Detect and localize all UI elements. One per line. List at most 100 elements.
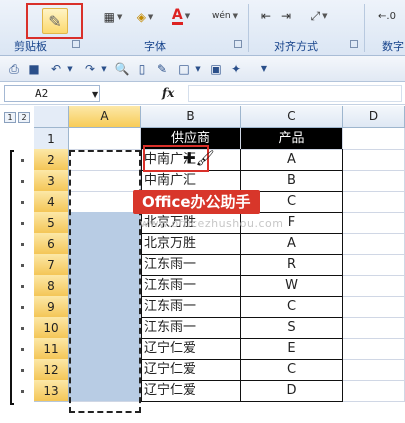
column-header-d[interactable]: D <box>343 106 405 128</box>
cell-d[interactable] <box>343 212 405 234</box>
cell-d[interactable] <box>343 359 405 381</box>
font-launcher-icon[interactable] <box>234 40 242 48</box>
cell-a[interactable] <box>69 170 141 192</box>
row-header[interactable]: 13 <box>34 380 69 402</box>
cell-product[interactable]: A <box>241 149 343 171</box>
shapes-dropdown-icon[interactable]: ▼ <box>190 61 206 77</box>
decrease-decimal-button[interactable]: ←.0 <box>370 8 404 24</box>
cell-supplier[interactable]: 江东雨一 <box>141 296 241 318</box>
cell-supplier[interactable]: 辽宁仁爱 <box>141 359 241 381</box>
format-painter-small-icon[interactable]: ✎ <box>154 61 170 77</box>
phonetic-guide-button[interactable]: wén ▼ <box>212 6 238 26</box>
cell-a[interactable] <box>69 275 141 297</box>
row-header[interactable]: 12 <box>34 359 69 381</box>
insert-function-button[interactable]: fx <box>162 86 174 100</box>
row-header[interactable]: 4 <box>34 191 69 213</box>
select-all-corner[interactable] <box>34 106 69 128</box>
row-header[interactable]: 7 <box>34 254 69 276</box>
cell-d[interactable] <box>343 170 405 192</box>
quick-access-toolbar: ⎙ ■ ↶ ▼ ↷ ▼ 🔍 ▯ ✎ □ ▼ ▣ ✦ ▼ <box>0 56 405 82</box>
name-box-dropdown-icon[interactable]: ▼ <box>92 90 98 99</box>
cell-supplier[interactable]: 江东雨一 <box>141 317 241 339</box>
cell-d[interactable] <box>343 149 405 171</box>
print-icon[interactable]: ⎙ <box>6 61 22 77</box>
redo-dropdown-icon[interactable]: ▼ <box>96 61 112 77</box>
outline-level-2-button[interactable]: 2 <box>18 112 30 123</box>
cell-d[interactable] <box>343 191 405 213</box>
cell-a[interactable] <box>69 338 141 360</box>
outline-dot <box>21 348 24 351</box>
new-document-icon[interactable]: ▯ <box>134 61 150 77</box>
cell-a[interactable] <box>69 128 141 150</box>
column-header-b[interactable]: B <box>141 106 241 128</box>
clipboard-launcher-icon[interactable] <box>72 40 80 48</box>
column-header-c[interactable]: C <box>241 106 343 128</box>
cell-d[interactable] <box>343 317 405 339</box>
cell-supplier[interactable]: 中南广汇 <box>141 170 241 192</box>
table-header-supplier[interactable]: 供应商 <box>141 128 241 150</box>
cell-supplier[interactable]: 辽宁仁爱 <box>141 380 241 402</box>
cell-product[interactable]: B <box>241 170 343 192</box>
row-header[interactable]: 6 <box>34 233 69 255</box>
fill-color-button[interactable]: ◈ ▼ <box>134 8 156 26</box>
row-header[interactable]: 2 <box>34 149 69 171</box>
picture-icon[interactable]: ▣ <box>208 61 224 77</box>
cell-d[interactable] <box>343 233 405 255</box>
cell-product[interactable]: D <box>241 380 343 402</box>
column-header-a[interactable]: A <box>69 106 141 128</box>
font-color-button[interactable]: A ▼ <box>170 6 192 26</box>
customize-toolbar-icon[interactable]: ▼ <box>256 61 272 77</box>
orientation-button[interactable]: ⤢ ▼ <box>308 8 330 24</box>
clip-art-icon[interactable]: ✦ <box>228 61 244 77</box>
cell-product[interactable]: E <box>241 338 343 360</box>
cell-d[interactable] <box>343 128 405 150</box>
row-header[interactable]: 8 <box>34 275 69 297</box>
increase-indent-icon[interactable]: ⇥ <box>278 8 294 24</box>
cell-product[interactable]: S <box>241 317 343 339</box>
name-box[interactable]: A2 <box>4 85 100 102</box>
cell-product[interactable]: C <box>241 359 343 381</box>
cell-supplier[interactable]: 江东雨一 <box>141 275 241 297</box>
cell-product[interactable]: W <box>241 275 343 297</box>
watermark-url: www.officezhushou.com <box>140 217 284 230</box>
cell-a[interactable] <box>69 191 141 213</box>
cell-supplier[interactable]: 北京万胜 <box>141 233 241 255</box>
format-painter-highlight[interactable]: ✎ <box>26 3 83 39</box>
cell-d[interactable] <box>343 380 405 402</box>
cell-product[interactable]: R <box>241 254 343 276</box>
cell-a[interactable] <box>69 380 141 402</box>
print-preview-icon[interactable]: 🔍 <box>114 61 130 77</box>
table-header-product[interactable]: 产品 <box>241 128 343 150</box>
row-header[interactable]: 3 <box>34 170 69 192</box>
cell-a[interactable] <box>69 359 141 381</box>
cell-a[interactable] <box>69 149 141 171</box>
cell-d[interactable] <box>343 275 405 297</box>
format-painter-icon[interactable]: ✎ <box>42 8 68 34</box>
row-header[interactable]: 9 <box>34 296 69 318</box>
cell-d[interactable] <box>343 296 405 318</box>
row-header[interactable]: 5 <box>34 212 69 234</box>
row-header[interactable]: 10 <box>34 317 69 339</box>
outline-level-1-button[interactable]: 1 <box>4 112 16 123</box>
row-header[interactable]: 11 <box>34 338 69 360</box>
alignment-launcher-icon[interactable] <box>350 40 358 48</box>
outline-dot <box>21 285 24 288</box>
borders-button[interactable]: ▦ ▼ <box>104 8 123 26</box>
cell-supplier[interactable]: 辽宁仁爱 <box>141 338 241 360</box>
row-header[interactable]: 1 <box>34 128 69 150</box>
cell-product[interactable]: C <box>241 296 343 318</box>
decrease-indent-icon[interactable]: ⇤ <box>258 8 274 24</box>
cell-supplier[interactable]: 江东雨一 <box>141 254 241 276</box>
save-icon[interactable]: ■ <box>26 61 42 77</box>
undo-dropdown-icon[interactable]: ▼ <box>62 61 78 77</box>
cell-d[interactable] <box>343 338 405 360</box>
cell-a[interactable] <box>69 233 141 255</box>
formula-input[interactable] <box>188 85 402 102</box>
cell-d[interactable] <box>343 254 405 276</box>
outline-group-bracket[interactable] <box>10 150 14 405</box>
cell-product[interactable]: A <box>241 233 343 255</box>
cell-a[interactable] <box>69 254 141 276</box>
cell-a[interactable] <box>69 296 141 318</box>
cell-a[interactable] <box>69 317 141 339</box>
cell-a[interactable] <box>69 212 141 234</box>
